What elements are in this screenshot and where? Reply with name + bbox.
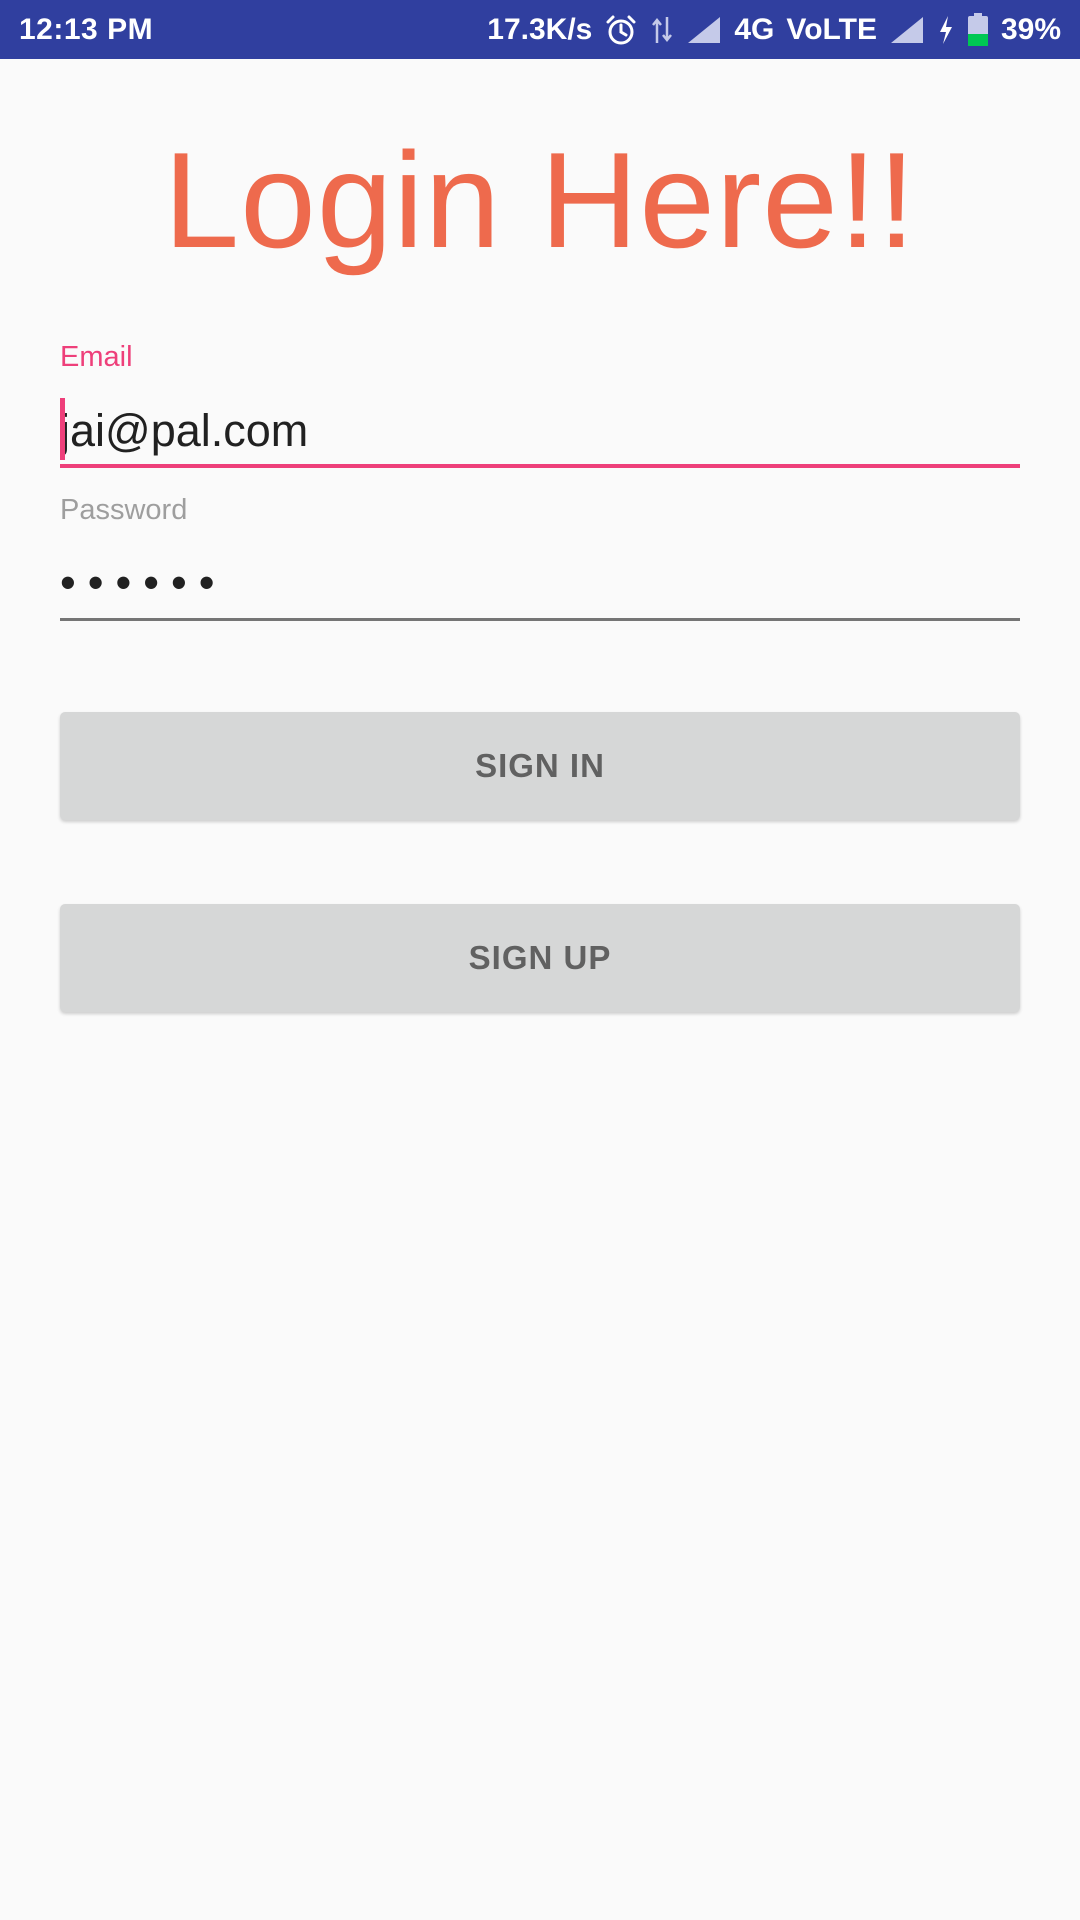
battery-icon — [967, 12, 989, 47]
email-field[interactable] — [60, 398, 1020, 468]
sign-in-button[interactable]: SIGN IN — [60, 712, 1020, 820]
alarm-icon — [604, 13, 638, 47]
sign-up-button[interactable]: SIGN UP — [60, 904, 1020, 1012]
data-arrows-icon — [650, 15, 674, 45]
status-indicators: 17.3K/s 4G VoLTE 39% — [487, 0, 1061, 59]
status-time: 12:13 PM — [19, 13, 154, 46]
password-label: Password — [60, 494, 188, 526]
signal-icon — [889, 15, 925, 45]
text-cursor — [60, 398, 65, 460]
network-type: 4G — [734, 13, 775, 46]
charging-icon — [937, 15, 955, 45]
volte-label: VoLTE — [786, 13, 877, 46]
status-bar: 12:13 PM 17.3K/s 4G VoLTE 39% — [0, 0, 1080, 59]
network-speed: 17.3K/s — [487, 13, 593, 46]
email-label: Email — [60, 341, 133, 373]
page-title: Login Here!! — [163, 124, 917, 276]
password-field[interactable] — [60, 548, 1020, 621]
battery-percent: 39% — [1000, 13, 1061, 46]
signal-icon — [686, 15, 722, 45]
